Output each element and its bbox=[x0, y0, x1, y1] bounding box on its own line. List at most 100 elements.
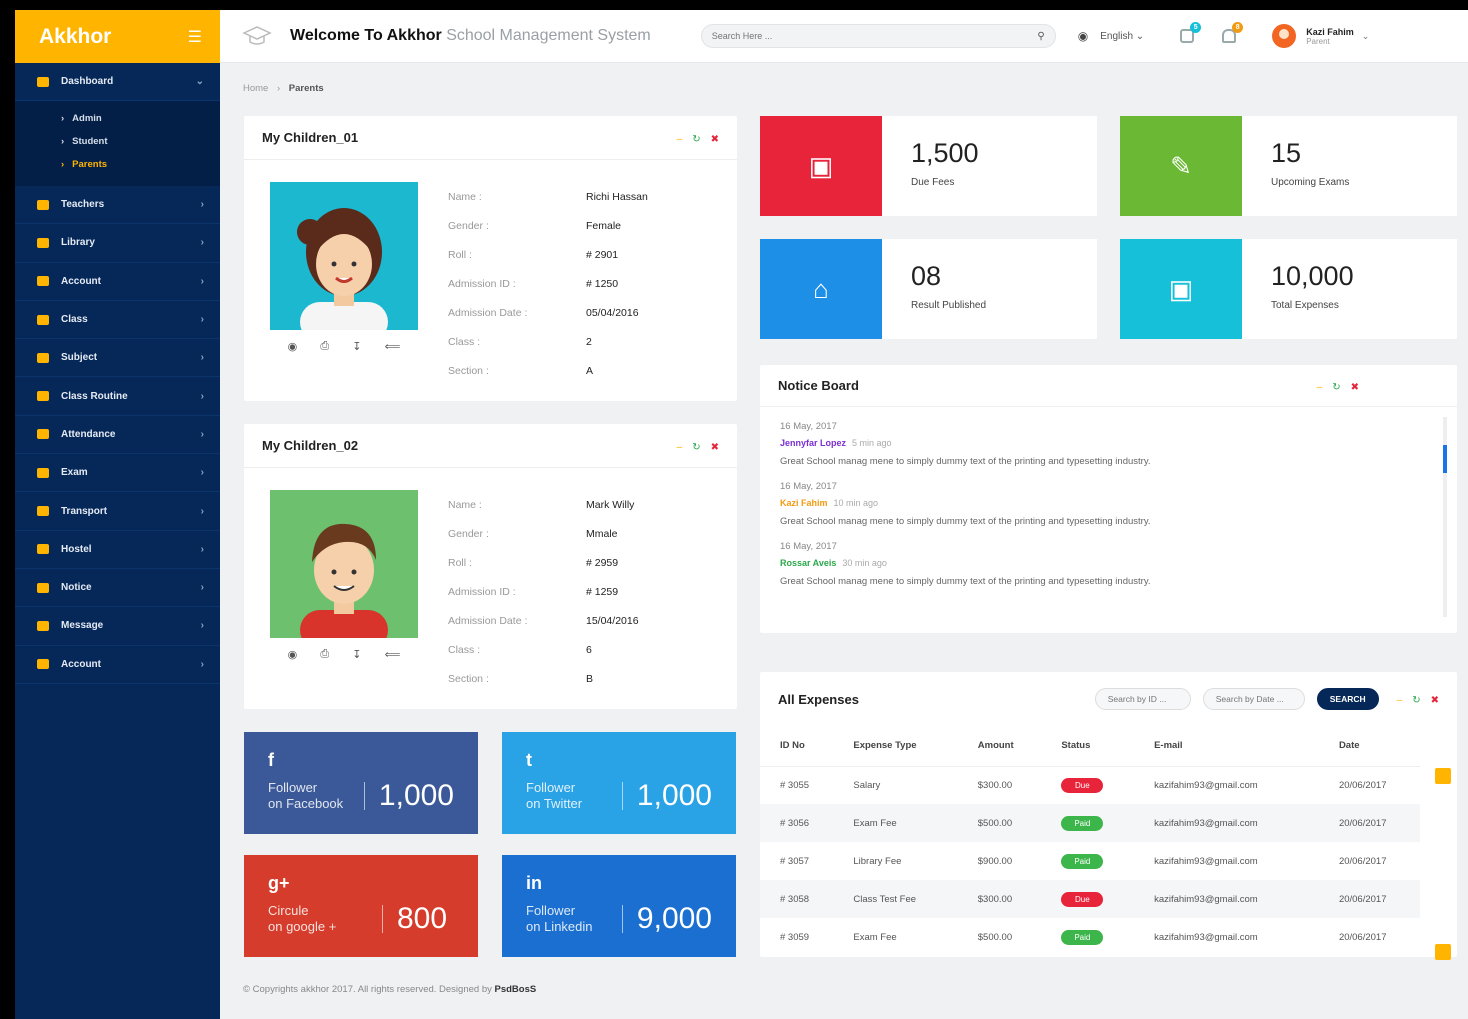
card-header: My Children_02 – ↻ ✖ bbox=[244, 424, 737, 468]
notice-date: 16 May, 2017 bbox=[780, 541, 837, 552]
user-menu[interactable]: Kazi Fahim Parent ⌄ bbox=[1272, 24, 1369, 48]
print-icon[interactable]: ⎙ bbox=[320, 340, 329, 353]
breadcrumb-home[interactable]: Home bbox=[243, 83, 268, 94]
footer-brand[interactable]: PsdBosS bbox=[495, 984, 537, 995]
notice-item[interactable]: 16 May, 2017 Rossar Aveis 30 min ago Great … bbox=[780, 541, 1437, 587]
notice-item[interactable]: 16 May, 2017 Jennyfar Lopez 5 min ago Great… bbox=[780, 421, 1437, 467]
scroll-down-icon[interactable] bbox=[1435, 944, 1451, 960]
table-row[interactable]: # 3056 Exam Fee $500.00 Paid kazifahim93@gma… bbox=[760, 804, 1420, 842]
sidebar-item[interactable]: Exam › bbox=[15, 454, 220, 493]
share-icon[interactable]: ⟸ bbox=[385, 340, 401, 353]
sidebar-item-label: Notice bbox=[61, 582, 92, 594]
message-icon[interactable]: 5 bbox=[1180, 22, 1202, 43]
minimize-icon[interactable]: – bbox=[677, 442, 683, 453]
sidebar-item-dashboard[interactable]: Dashboard ⌄ bbox=[15, 63, 220, 101]
cell-status: Due bbox=[1041, 766, 1134, 804]
minimize-icon[interactable]: – bbox=[1397, 695, 1403, 706]
column-header[interactable]: ID No bbox=[760, 726, 834, 767]
sidebar-item[interactable]: Message › bbox=[15, 607, 220, 646]
nav-icon bbox=[37, 429, 49, 440]
cell-id: # 3059 bbox=[780, 931, 810, 943]
photo-actions: ◉ ⎙ ↧ ⟸ bbox=[270, 638, 418, 671]
sidebar-item[interactable]: Attendance › bbox=[15, 416, 220, 455]
table-row[interactable]: # 3058 Class Test Fee $300.00 Due kazifahim9… bbox=[760, 880, 1420, 918]
cell-amount: $500.00 bbox=[957, 804, 1042, 842]
search-input[interactable] bbox=[711, 31, 1038, 41]
sidebar-item[interactable]: Library › bbox=[15, 224, 220, 263]
sidebar-item[interactable]: Account › bbox=[15, 263, 220, 301]
expenses-card: All Expenses SEARCH –↻ ✖ ID NoExpense Typ… bbox=[760, 672, 1457, 960]
language-select[interactable]: English ⌄ bbox=[1100, 31, 1144, 42]
chevron-right-icon: › bbox=[200, 428, 204, 440]
cell-status: Paid bbox=[1041, 804, 1135, 842]
sidebar-item[interactable]: Account › bbox=[15, 646, 220, 684]
photo-actions: ◉ ⎙ ↧ ⟸ bbox=[270, 330, 418, 363]
download-icon[interactable]: ↧ bbox=[352, 340, 361, 353]
scroll-up-icon[interactable] bbox=[1435, 768, 1451, 784]
card-title: Notice Board bbox=[778, 378, 859, 393]
column-header[interactable]: Status bbox=[1041, 726, 1135, 767]
close-icon[interactable]: ✖ bbox=[711, 442, 719, 453]
refresh-icon[interactable]: ↻ bbox=[692, 442, 700, 453]
view-icon[interactable]: ◉ bbox=[288, 340, 298, 353]
facebook-card[interactable]: f Follower on Facebook 1,000 bbox=[244, 732, 478, 834]
minimize-icon[interactable]: – bbox=[677, 134, 683, 145]
sidebar-item[interactable]: Hostel › bbox=[15, 531, 220, 569]
child-info-grid: Name : Mark Willy Gender : Mmale Roll : # 295… bbox=[448, 490, 736, 693]
social-label-line2: on Twitter bbox=[526, 796, 583, 811]
sidebar-item[interactable]: Subject › bbox=[15, 339, 220, 378]
chevron-right-icon: › bbox=[200, 505, 204, 517]
close-icon[interactable]: ✖ bbox=[711, 134, 719, 145]
refresh-icon[interactable]: ↻ bbox=[1332, 382, 1340, 393]
column-header[interactable]: Amount bbox=[957, 726, 1042, 767]
minimize-icon[interactable]: – bbox=[1317, 382, 1323, 393]
sidebar-item[interactable]: Transport › bbox=[15, 492, 220, 531]
sidebar-item-label: Library bbox=[61, 237, 95, 249]
column-header[interactable]: Date bbox=[1318, 726, 1420, 767]
column-header[interactable]: Expense Type bbox=[833, 726, 958, 767]
close-icon[interactable]: ✖ bbox=[1351, 382, 1359, 393]
print-icon[interactable]: ⎙ bbox=[320, 648, 329, 661]
table-row[interactable]: # 3055 Salary $300.00 Due kazifahim93@gmail.… bbox=[760, 766, 1420, 804]
social-row: Follower on Facebook 1,000 bbox=[268, 779, 454, 813]
menu-toggle-icon[interactable]: ☰ bbox=[188, 27, 202, 47]
facebook-icon: f bbox=[268, 750, 274, 770]
sidebar-item-label: Teachers bbox=[61, 199, 105, 211]
search-id-input[interactable] bbox=[1094, 688, 1191, 710]
download-icon[interactable]: ↧ bbox=[352, 648, 361, 661]
nav-icon bbox=[37, 544, 49, 555]
social-label: Follower on Twitter bbox=[526, 780, 608, 812]
nav-icon bbox=[37, 582, 49, 593]
refresh-icon[interactable]: ↻ bbox=[1412, 695, 1420, 706]
twitter-card[interactable]: t Follower on Twitter 1,000 bbox=[502, 732, 736, 834]
submenu-item-student[interactable]: › Student bbox=[61, 130, 220, 153]
view-icon[interactable]: ◉ bbox=[288, 648, 298, 661]
submenu-item-parents[interactable]: › Parents bbox=[61, 153, 220, 176]
child-photo bbox=[270, 182, 418, 330]
search-button[interactable]: SEARCH bbox=[1316, 688, 1379, 710]
submenu-item-admin[interactable]: › Admin bbox=[61, 107, 220, 130]
submenu-label: Admin bbox=[72, 113, 102, 124]
stat-text: 15 Upcoming Exams bbox=[1242, 116, 1349, 216]
sidebar-item[interactable]: Class › bbox=[15, 301, 220, 340]
google-plus-card[interactable]: g+ Circule on google + 800 bbox=[244, 855, 478, 957]
sidebar-item[interactable]: Teachers › bbox=[15, 186, 220, 225]
info-value: 6 bbox=[586, 643, 592, 656]
search-icon[interactable]: ⚲ bbox=[1037, 31, 1044, 42]
search-date-input[interactable] bbox=[1202, 688, 1305, 710]
table-row[interactable]: # 3059 Exam Fee $500.00 Paid kazifahim93@gma… bbox=[760, 918, 1420, 956]
sidebar-item-label: Subject bbox=[61, 352, 98, 364]
table-row[interactable]: # 3057 Library Fee $900.00 Paid kazifahim93@… bbox=[760, 842, 1420, 880]
scrollbar[interactable] bbox=[1443, 417, 1447, 617]
close-icon[interactable]: ✖ bbox=[1431, 695, 1439, 706]
sidebar-item[interactable]: Notice › bbox=[15, 569, 220, 608]
bell-icon[interactable]: 8 bbox=[1222, 22, 1244, 43]
info-value: Female bbox=[586, 219, 622, 232]
column-header[interactable]: E-mail bbox=[1134, 726, 1319, 767]
share-icon[interactable]: ⟸ bbox=[385, 648, 401, 661]
refresh-icon[interactable]: ↻ bbox=[692, 134, 700, 145]
brand-logo[interactable]: Akkhor bbox=[39, 25, 111, 49]
notice-item[interactable]: 16 May, 2017 Kazi Fahim 10 min ago Great Sc… bbox=[780, 481, 1437, 527]
linkedin-card[interactable]: in Follower on Linkedin 9,000 bbox=[502, 855, 736, 957]
sidebar-item[interactable]: Class Routine › bbox=[15, 377, 220, 416]
